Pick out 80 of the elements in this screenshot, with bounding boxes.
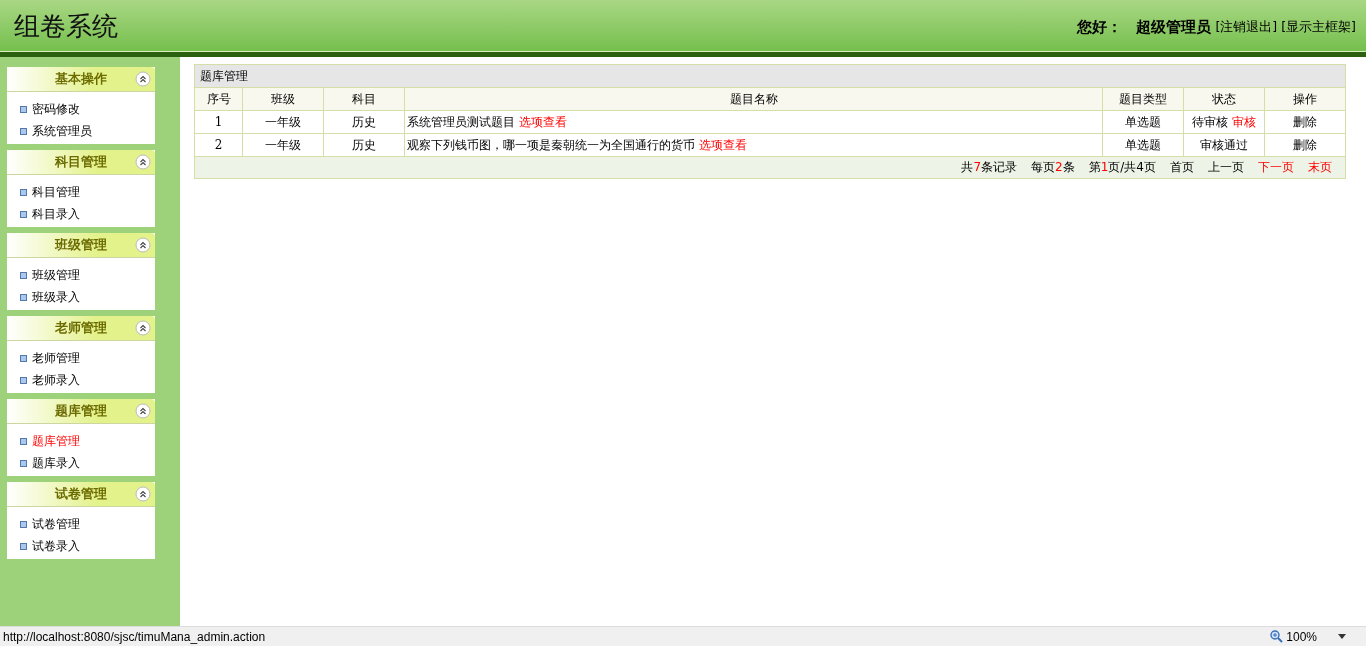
app-title: 组卷系统: [14, 9, 118, 43]
table-cell: 一年级: [242, 111, 323, 133]
delete-link[interactable]: 删除: [1293, 138, 1317, 152]
view-options-link[interactable]: 选项查看: [518, 115, 567, 129]
menu-item[interactable]: 题库管理: [32, 432, 80, 450]
collapse-icon[interactable]: [135, 154, 151, 170]
menu-group-header[interactable]: 班级管理: [7, 233, 155, 258]
status-url: http://localhost:8080/sjsc/timuMana_admin.action: [3, 629, 266, 644]
review-link[interactable]: 审核: [1231, 115, 1256, 129]
bullet-icon: [20, 127, 27, 135]
menu-item[interactable]: 题库录入: [32, 454, 80, 472]
menu-item[interactable]: 密码修改: [32, 100, 80, 118]
page-info: 每页2条: [1031, 159, 1075, 176]
menu-group-header[interactable]: 题库管理: [7, 399, 155, 424]
menu-item[interactable]: 老师管理: [32, 349, 80, 367]
bullet-icon: [20, 271, 27, 279]
bullet-icon: [20, 437, 27, 445]
table-cell-text: 2: [213, 137, 224, 154]
collapse-icon[interactable]: [135, 486, 151, 502]
page-link[interactable]: 首页: [1170, 159, 1194, 176]
caret-icon[interactable]: [1338, 634, 1346, 639]
menu-item[interactable]: 试卷管理: [32, 515, 80, 533]
page-link[interactable]: 末页: [1308, 159, 1332, 176]
table-cell: 单选题: [1102, 111, 1183, 133]
page-info: 共7条记录: [961, 159, 1018, 176]
question-text: 观察下列钱币图，哪一项是秦朝统一为全国通行的货币: [407, 138, 695, 152]
status-text: 审核通过: [1200, 138, 1248, 152]
zoom-level[interactable]: 100%: [1286, 629, 1317, 644]
page-link[interactable]: 下一页: [1258, 159, 1294, 176]
question-text: 系统管理员测试题目: [407, 115, 515, 129]
view-options-link[interactable]: 选项查看: [698, 138, 747, 152]
zoom-icon[interactable]: [1270, 630, 1284, 643]
menu-item[interactable]: 试卷录入: [32, 537, 80, 555]
status-text: 待审核: [1192, 115, 1229, 129]
menu-item[interactable]: 班级录入: [32, 288, 80, 306]
header-link[interactable]: [显示主框架]: [1281, 18, 1356, 36]
menu-group-title: 基本操作: [55, 70, 107, 88]
menu-group-header[interactable]: 试卷管理: [7, 482, 155, 507]
column-header: 操作: [1264, 88, 1345, 110]
menu-item[interactable]: 老师录入: [32, 371, 80, 389]
delete-link[interactable]: 删除: [1293, 115, 1317, 129]
bullet-icon: [20, 354, 27, 362]
bullet-icon: [20, 210, 27, 218]
table-cell-text: 1: [213, 114, 224, 131]
menu-group-title: 老师管理: [55, 319, 107, 337]
bullet-icon: [20, 520, 27, 528]
bullet-icon: [20, 542, 27, 550]
collapse-icon[interactable]: [135, 237, 151, 253]
column-header: 科目: [323, 88, 404, 110]
menu-item[interactable]: 系统管理员: [32, 122, 92, 140]
collapse-icon[interactable]: [135, 71, 151, 87]
bullet-icon: [20, 188, 27, 196]
menu-item[interactable]: 科目管理: [32, 183, 80, 201]
menu-group-title: 班级管理: [55, 236, 107, 254]
collapse-icon[interactable]: [135, 403, 151, 419]
table-cell: 历史: [323, 111, 404, 133]
bullet-icon: [20, 459, 27, 467]
user-name: 超级管理员: [1136, 17, 1212, 37]
table-title: 题库管理: [195, 65, 1345, 88]
bullet-icon: [20, 105, 27, 113]
menu-group-header[interactable]: 基本操作: [7, 67, 155, 92]
page-link[interactable]: 上一页: [1208, 159, 1244, 176]
bullet-icon: [20, 293, 27, 301]
menu-group-title: 试卷管理: [55, 485, 107, 503]
header-link[interactable]: [注销退出]: [1215, 18, 1278, 36]
column-header: 题目名称: [404, 88, 1102, 110]
column-header: 题目类型: [1102, 88, 1183, 110]
menu-group-title: 题库管理: [55, 402, 107, 420]
column-header: 班级: [242, 88, 323, 110]
greeting: 您好：: [1077, 17, 1123, 37]
menu-item[interactable]: 班级管理: [32, 266, 80, 284]
column-header: 状态: [1183, 88, 1264, 110]
menu-group-title: 科目管理: [55, 153, 107, 171]
bullet-icon: [20, 376, 27, 384]
page-info: 第1页/共4页: [1088, 159, 1156, 176]
menu-group-header[interactable]: 老师管理: [7, 316, 155, 341]
menu-group-header[interactable]: 科目管理: [7, 150, 155, 175]
collapse-icon[interactable]: [135, 320, 151, 336]
column-header: 序号: [205, 91, 232, 108]
menu-item[interactable]: 科目录入: [32, 205, 80, 223]
